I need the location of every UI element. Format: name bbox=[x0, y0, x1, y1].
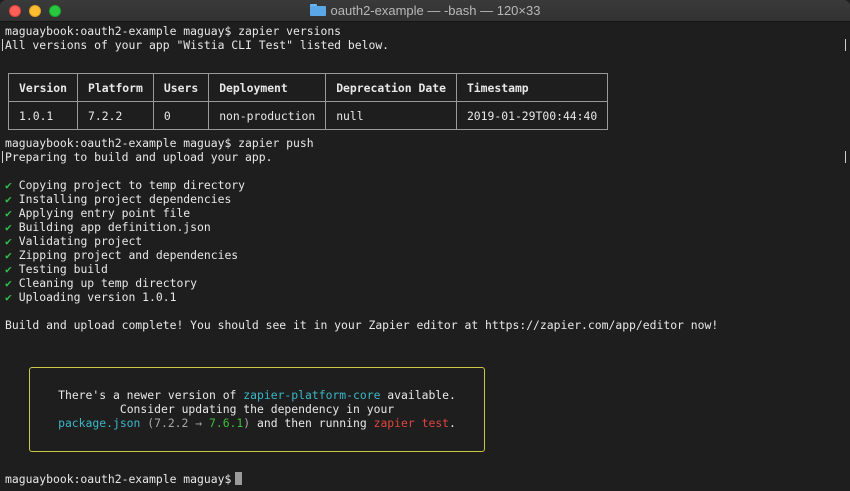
step-text: Validating project bbox=[18, 234, 143, 248]
table-header: Deprecation Date bbox=[325, 73, 457, 102]
package-name: zapier-platform-core bbox=[243, 388, 381, 402]
notice-line: There's a newer version of zapier-platfo… bbox=[30, 388, 484, 402]
step-line: ✔ Installing project dependencies bbox=[5, 192, 231, 206]
notice-text: available. bbox=[380, 388, 456, 402]
new-version: 7.6.1 bbox=[208, 416, 244, 430]
notice-text: There's a newer version of bbox=[58, 388, 244, 402]
terminal-output[interactable]: maguaybook:oauth2-example maguay$ zapier… bbox=[0, 22, 850, 491]
check-icon: ✔ bbox=[5, 178, 12, 192]
output-line: All versions of your app "Wistia CLI Tes… bbox=[5, 38, 390, 52]
versions-table: Version Platform Users Deployment Deprec… bbox=[7, 73, 609, 130]
terminal-window: oauth2-example — -bash — 120×33 maguaybo… bbox=[0, 0, 850, 491]
table-header: Timestamp bbox=[455, 73, 609, 102]
table-cell: non-production bbox=[208, 101, 327, 130]
step-line: ✔ Applying entry point file bbox=[5, 206, 190, 220]
old-version: 7.2.2 bbox=[154, 416, 189, 430]
output-line: Preparing to build and upload your app. bbox=[5, 150, 273, 164]
table-cell: 1.0.1 bbox=[7, 101, 79, 130]
table-header: Platform bbox=[77, 73, 154, 102]
check-icon: ✔ bbox=[5, 206, 12, 220]
notice-line: Consider updating the dependency in your bbox=[119, 402, 395, 416]
step-text: Testing build bbox=[18, 262, 108, 276]
package-file: package.json bbox=[58, 416, 141, 430]
table-cell: 0 bbox=[152, 101, 210, 130]
test-command: zapier test bbox=[373, 416, 450, 430]
complete-message: Build and upload complete! You should se… bbox=[5, 318, 719, 332]
step-line: ✔ Building app definition.json bbox=[5, 220, 211, 234]
command-line: maguaybook:oauth2-example maguay$ zapier… bbox=[5, 24, 342, 38]
step-line: ✔ Testing build bbox=[5, 262, 108, 276]
step-line: ✔ Zipping project and dependencies bbox=[5, 248, 238, 262]
window-title: oauth2-example — -bash — 120×33 bbox=[0, 0, 850, 22]
check-icon: ✔ bbox=[5, 220, 12, 234]
prompt: maguaybook:oauth2-example maguay$ bbox=[5, 472, 232, 486]
step-text: Zipping project and dependencies bbox=[18, 248, 239, 262]
step-text: Copying project to temp directory bbox=[18, 178, 246, 192]
step-text: Installing project dependencies bbox=[18, 192, 232, 206]
table-row: 1.0.1 7.2.2 0 non-production null 2019-0… bbox=[7, 101, 609, 130]
table-header: Version bbox=[7, 73, 79, 102]
check-icon: ✔ bbox=[5, 234, 12, 248]
update-notice-box: There's a newer version of zapier-platfo… bbox=[29, 367, 485, 452]
step-text: Building app definition.json bbox=[18, 220, 211, 234]
step-line: ✔ Cleaning up temp directory bbox=[5, 276, 197, 290]
marker-bar bbox=[845, 151, 846, 163]
check-icon: ✔ bbox=[5, 276, 12, 290]
notice-line: package.json (7.2.2 → 7.6.1) and then ru… bbox=[30, 416, 484, 430]
title-bar[interactable]: oauth2-example — -bash — 120×33 bbox=[0, 0, 850, 22]
table-header-row: Version Platform Users Deployment Deprec… bbox=[7, 73, 609, 102]
folder-icon bbox=[309, 4, 326, 16]
table-cell: 7.2.2 bbox=[77, 101, 154, 130]
notice-text: and then running bbox=[250, 416, 374, 430]
marker-bar bbox=[2, 39, 3, 51]
table-header: Deployment bbox=[208, 73, 327, 102]
step-line: ✔ Validating project bbox=[5, 234, 142, 248]
arrow-icon: → bbox=[188, 416, 209, 430]
check-icon: ✔ bbox=[5, 290, 12, 304]
step-line: ✔ Uploading version 1.0.1 bbox=[5, 290, 176, 304]
marker-bar bbox=[2, 151, 3, 163]
text-cursor bbox=[235, 472, 243, 485]
command-line: maguaybook:oauth2-example maguay$ zapier… bbox=[5, 136, 314, 150]
notice-text: ( bbox=[140, 416, 155, 430]
table-cell: null bbox=[325, 101, 457, 130]
step-text: Uploading version 1.0.1 bbox=[18, 290, 177, 304]
table-header: Users bbox=[152, 73, 210, 102]
notice-text: . bbox=[449, 416, 456, 430]
check-icon: ✔ bbox=[5, 192, 12, 206]
prompt-line[interactable]: maguaybook:oauth2-example maguay$ bbox=[5, 472, 243, 486]
step-text: Applying entry point file bbox=[18, 206, 191, 220]
table-cell: 2019-01-29T00:44:40 bbox=[455, 101, 609, 130]
window-title-text: oauth2-example — -bash — 120×33 bbox=[330, 3, 541, 18]
step-text: Cleaning up temp directory bbox=[18, 276, 198, 290]
step-line: ✔ Copying project to temp directory bbox=[5, 178, 245, 192]
check-icon: ✔ bbox=[5, 248, 12, 262]
check-icon: ✔ bbox=[5, 262, 12, 276]
marker-bar bbox=[845, 39, 846, 51]
